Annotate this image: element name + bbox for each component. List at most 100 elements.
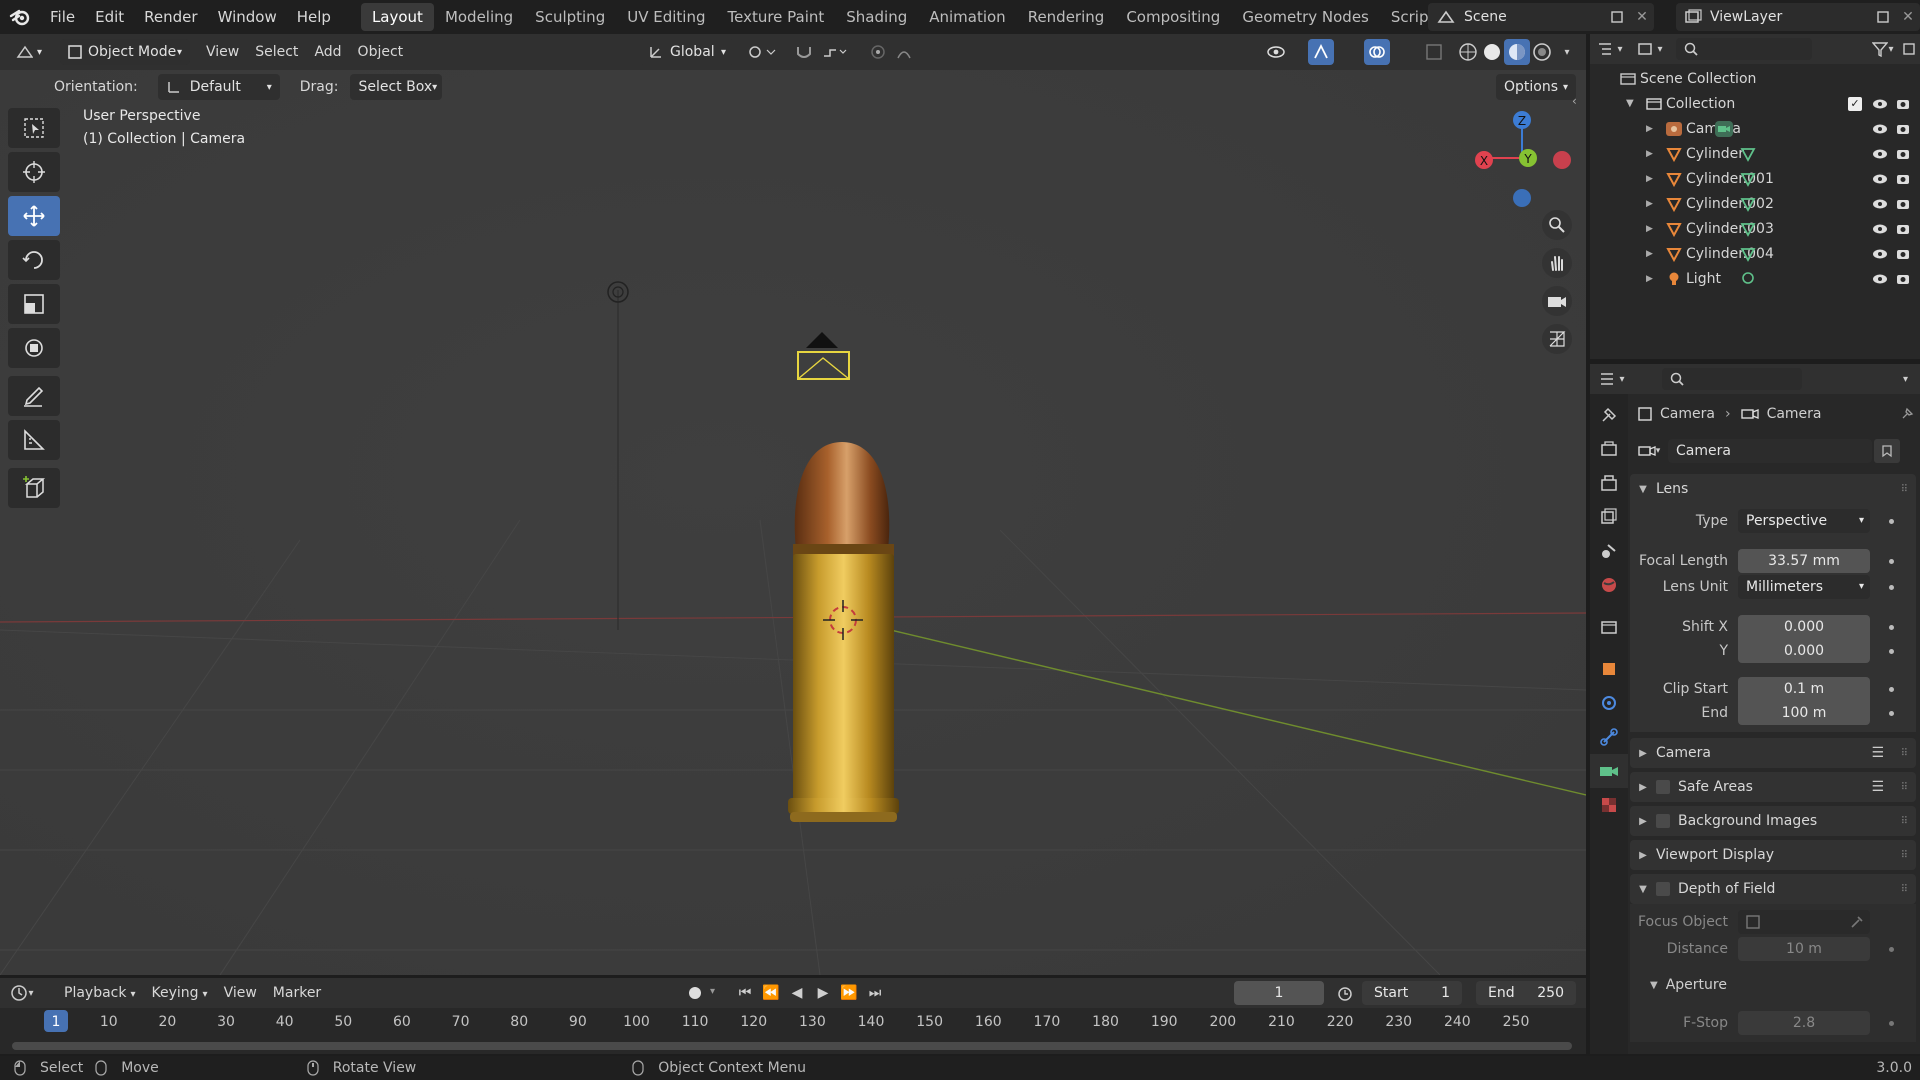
menu-help[interactable]: Help	[287, 0, 341, 34]
render-camera-icon[interactable]	[1896, 197, 1910, 211]
collection-expand-icon[interactable]: ▼	[1626, 98, 1642, 109]
panel-depth-of-field[interactable]: ▼ Depth of Field ⠿	[1630, 874, 1916, 904]
tab-texture-paint[interactable]: Texture Paint	[716, 3, 835, 31]
camera-data-icon[interactable]	[1714, 120, 1734, 138]
jump-start-icon[interactable]: ⏮	[734, 982, 756, 1004]
expand-arrow-icon[interactable]: ▶	[1646, 224, 1662, 234]
panel-safe-areas[interactable]: ▶ Safe Areas ☰ ⠿	[1630, 772, 1916, 802]
collection-tab-icon[interactable]	[1590, 610, 1628, 644]
collection-checkbox-icon[interactable]: ✓	[1848, 96, 1862, 111]
properties-search-input[interactable]	[1662, 368, 1802, 390]
keyframe-dot-icon[interactable]	[1889, 624, 1894, 630]
preview-range-icon[interactable]	[1334, 982, 1356, 1004]
cursor-tool[interactable]	[8, 152, 60, 192]
ortho-toggle-icon[interactable]	[1542, 324, 1572, 354]
panel-checkbox[interactable]	[1656, 882, 1670, 896]
viewport-menu-view[interactable]: View	[198, 39, 247, 65]
options-dropdown[interactable]: Options ▾	[1496, 74, 1576, 100]
keyframe-dot-icon[interactable]	[1889, 686, 1894, 692]
drag-handle-icon[interactable]: ⠿	[1901, 782, 1908, 793]
keyframe-dot-icon[interactable]	[1889, 648, 1894, 654]
timeline-editor-type-icon[interactable]: ▾	[0, 984, 44, 1002]
tab-compositing[interactable]: Compositing	[1115, 3, 1231, 31]
add-cube-tool[interactable]	[8, 468, 60, 508]
panel-checkbox[interactable]	[1656, 814, 1670, 828]
menu-render[interactable]: Render	[134, 0, 207, 34]
presets-list-icon[interactable]: ☰	[1871, 779, 1884, 795]
mesh-data-icon[interactable]	[1740, 246, 1756, 262]
visibility-eye-icon[interactable]	[1872, 148, 1888, 160]
viewport-menu-add[interactable]: Add	[306, 39, 349, 65]
drag-handle-icon[interactable]: ⠿	[1901, 884, 1908, 895]
tab-uv-editing[interactable]: UV Editing	[616, 3, 716, 31]
panel-viewport-display[interactable]: ▶ Viewport Display ⠿	[1630, 840, 1916, 870]
outliner-item-cylinder-003[interactable]: ▶ Cylinder.003	[1590, 216, 1920, 241]
visibility-dropdown-icon[interactable]	[1264, 40, 1298, 64]
outliner-item-camera[interactable]: ▶ Camera	[1590, 116, 1920, 141]
material-shading-icon[interactable]	[1504, 39, 1530, 65]
tab-layout[interactable]: Layout	[360, 3, 434, 31]
visibility-eye-icon[interactable]	[1872, 248, 1888, 260]
menu-window[interactable]: Window	[208, 0, 287, 34]
outliner-editor-type-icon[interactable]: ▾	[1590, 42, 1630, 56]
play-reverse-icon[interactable]: ◀	[786, 982, 808, 1004]
rotate-tool[interactable]	[8, 240, 60, 280]
gizmo-neg-x-axis[interactable]	[1553, 151, 1571, 169]
timeline-menu-playback[interactable]: Playback ▾	[56, 980, 144, 1006]
keyframe-dot-icon[interactable]	[1889, 710, 1894, 716]
keyframe-dot-icon[interactable]	[1889, 518, 1894, 524]
wireframe-shading-icon[interactable]	[1456, 39, 1480, 65]
expand-arrow-icon[interactable]: ▶	[1646, 149, 1662, 159]
panel-checkbox[interactable]	[1656, 780, 1670, 794]
timeline-menu-marker[interactable]: Marker	[265, 980, 329, 1006]
drag-handle-icon[interactable]: ⠿	[1901, 850, 1908, 861]
gizmo-neg-z-axis[interactable]	[1513, 189, 1531, 207]
drag-handle-icon[interactable]: ⠿	[1901, 484, 1908, 495]
new-scene-icon[interactable]	[1604, 10, 1630, 24]
3d-viewport[interactable]: User Perspective (1) Collection | Camera…	[0, 70, 1586, 975]
prev-keyframe-icon[interactable]: ⏪	[760, 982, 782, 1004]
gizmo-toggle-icon[interactable]	[1308, 39, 1334, 65]
rendered-shading-icon[interactable]	[1530, 39, 1554, 65]
viewport-menu-object[interactable]: Object	[350, 39, 412, 65]
presets-list-icon[interactable]: ☰	[1871, 745, 1884, 761]
distance-field[interactable]: 10 m	[1738, 937, 1870, 961]
camera-datablock-field[interactable]: Camera	[1668, 439, 1872, 463]
timeline-scrollbar[interactable]	[12, 1042, 1572, 1050]
tab-sculpting[interactable]: Sculpting	[524, 3, 616, 31]
focal-length-field[interactable]: 33.57 mm	[1738, 549, 1870, 573]
orientation-dropdown[interactable]: Default ▾	[157, 74, 280, 100]
scene-tab-icon[interactable]	[1590, 534, 1628, 568]
tab-geometry-nodes[interactable]: Geometry Nodes	[1231, 3, 1380, 31]
visibility-eye-icon[interactable]	[1872, 123, 1888, 135]
panel-background-images[interactable]: ▶ Background Images ⠿	[1630, 806, 1916, 836]
mesh-data-icon[interactable]	[1740, 196, 1756, 212]
snap-target-icon[interactable]	[820, 40, 850, 64]
pan-hand-icon[interactable]	[1542, 248, 1572, 278]
solid-shading-icon[interactable]	[1480, 39, 1504, 65]
measure-tool[interactable]	[8, 420, 60, 460]
drag-handle-icon[interactable]: ⠿	[1901, 816, 1908, 827]
collection-render-icon[interactable]	[1896, 97, 1910, 111]
filter-icon[interactable]: ▾	[1868, 41, 1898, 57]
expand-arrow-icon[interactable]: ▶	[1646, 249, 1662, 259]
object-tab-icon[interactable]	[1590, 652, 1628, 686]
shading-options-icon[interactable]: ▾	[1556, 40, 1578, 64]
outliner-scene-collection[interactable]: Scene Collection	[1590, 66, 1920, 91]
outliner-item-light[interactable]: ▶ Light	[1590, 266, 1920, 291]
keyframe-dot-icon[interactable]	[1889, 584, 1894, 590]
tab-animation[interactable]: Animation	[918, 3, 1016, 31]
end-frame-field[interactable]: End 250	[1476, 981, 1576, 1005]
render-camera-icon[interactable]	[1896, 122, 1910, 136]
timeline-menu-view[interactable]: View	[216, 980, 265, 1006]
mesh-data-icon[interactable]	[1740, 171, 1756, 187]
physics-tab-icon[interactable]	[1590, 686, 1628, 720]
properties-editor-type-icon[interactable]: ▾	[1590, 372, 1634, 386]
delete-scene-icon[interactable]: ✕	[1630, 9, 1654, 25]
texture-tab-icon[interactable]	[1590, 788, 1628, 822]
viewport-menu-select[interactable]: Select	[247, 39, 306, 65]
display-mode-icon[interactable]: ▾	[1630, 42, 1670, 56]
editor-type-selector[interactable]: ▾	[8, 39, 50, 65]
render-camera-icon[interactable]	[1896, 272, 1910, 286]
keyframe-dot-icon[interactable]	[1889, 558, 1894, 564]
